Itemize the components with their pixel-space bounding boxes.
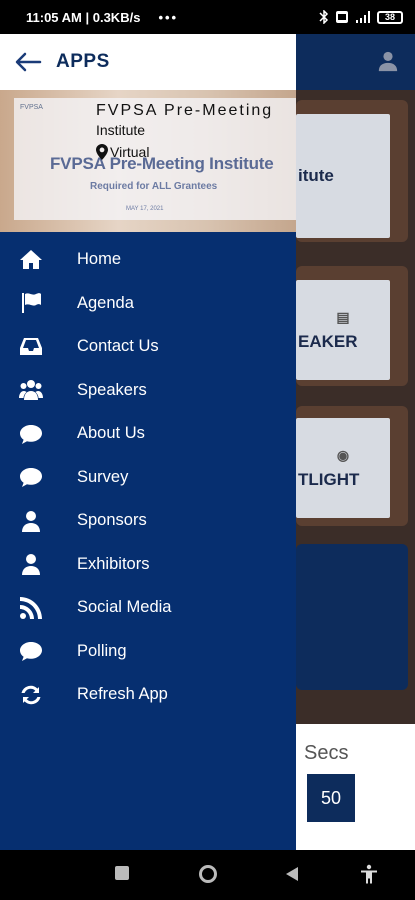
bg-card-institute-label: itute xyxy=(296,114,390,238)
banner-date: MAY 17, 2021 xyxy=(126,206,164,212)
drawer-title: APPS xyxy=(56,51,110,72)
bluetooth-icon xyxy=(319,10,329,24)
menu-item-label: Refresh App xyxy=(77,685,168,704)
banner-logo: FVPSA xyxy=(20,104,43,111)
status-time: 11:05 AM | 0.3KB/s xyxy=(26,9,141,25)
bg-card-speaker-label: ▤ EAKER xyxy=(296,280,390,380)
menu-item-label: Agenda xyxy=(77,293,134,312)
chat-bubble-icon xyxy=(18,464,44,490)
menu-item-exhibitors[interactable]: Exhibitors xyxy=(0,543,296,587)
system-nav-bar xyxy=(0,850,415,900)
menu-item-label: Contact Us xyxy=(77,337,159,356)
signal-icon xyxy=(356,11,370,23)
menu-item-social-media[interactable]: Social Media xyxy=(0,586,296,630)
presenter-icon: ▤ xyxy=(336,308,350,325)
drawer-header: APPS xyxy=(0,34,296,90)
home-icon xyxy=(18,247,44,273)
navigation-drawer: APPS FVPSA FVPSA Pre-Meeting Institute R… xyxy=(0,34,296,850)
rss-icon xyxy=(18,595,44,621)
event-location: Virtual xyxy=(96,144,149,160)
battery-icon: 38 xyxy=(377,10,403,24)
inbox-icon xyxy=(18,334,44,360)
event-location-text: Virtual xyxy=(110,144,150,160)
refresh-icon xyxy=(18,682,44,708)
bg-card-spotlight-label: ◉ TLIGHT xyxy=(296,418,390,518)
back-button[interactable] xyxy=(286,867,298,881)
menu-item-sponsors[interactable]: Sponsors xyxy=(0,499,296,543)
menu-item-survey[interactable]: Survey xyxy=(0,456,296,500)
back-arrow-icon[interactable] xyxy=(14,52,42,72)
profile-icon[interactable] xyxy=(377,50,399,72)
event-name: FVPSA Pre-Meeting xyxy=(96,102,274,119)
menu-item-about-us[interactable]: About Us xyxy=(0,412,296,456)
secs-label: Secs xyxy=(304,742,349,764)
menu-item-label: Polling xyxy=(77,641,127,660)
sim-icon xyxy=(336,11,348,23)
menu-item-home[interactable]: Home xyxy=(0,238,296,282)
status-bar: 11:05 AM | 0.3KB/s ••• 38 xyxy=(0,0,415,34)
more-dots: ••• xyxy=(158,9,179,25)
banner-required-text: Required for ALL Grantees xyxy=(90,181,218,192)
menu-item-label: Home xyxy=(77,250,122,269)
home-button[interactable] xyxy=(199,865,217,883)
bg-blue-panel xyxy=(296,544,408,690)
secs-value: 50 xyxy=(307,774,355,822)
menu-item-label: Sponsors xyxy=(77,511,147,530)
recent-apps-button[interactable] xyxy=(115,866,129,880)
user-icon xyxy=(18,551,44,577)
chat-bubble-icon xyxy=(18,421,44,447)
menu-item-label: Speakers xyxy=(77,380,147,399)
banner-event-title: FVPSA Pre-Meeting Institute xyxy=(50,154,274,173)
users-icon xyxy=(18,377,44,403)
user-icon xyxy=(18,508,44,534)
menu-item-label: Social Media xyxy=(77,598,172,617)
event-banner[interactable]: FVPSA FVPSA Pre-Meeting Institute Requir… xyxy=(0,90,296,232)
menu-item-label: Survey xyxy=(77,467,129,486)
menu-item-contact-us[interactable]: Contact Us xyxy=(0,325,296,369)
menu-item-polling[interactable]: Polling xyxy=(0,630,296,674)
event-subtitle: Institute xyxy=(96,122,146,138)
menu-item-agenda[interactable]: Agenda xyxy=(0,282,296,326)
eye-icon: ◉ xyxy=(336,446,350,463)
menu-item-speakers[interactable]: Speakers xyxy=(0,369,296,413)
location-pin-icon xyxy=(96,144,108,160)
menu-item-label: About Us xyxy=(77,424,145,443)
accessibility-icon[interactable] xyxy=(360,864,378,884)
menu-item-label: Exhibitors xyxy=(77,554,150,573)
flag-icon xyxy=(18,290,44,316)
chat-bubble-icon xyxy=(18,638,44,664)
drawer-menu: Home Agenda Contact Us Speakers About Us… xyxy=(0,232,296,717)
menu-item-refresh-app[interactable]: Refresh App xyxy=(0,673,296,717)
